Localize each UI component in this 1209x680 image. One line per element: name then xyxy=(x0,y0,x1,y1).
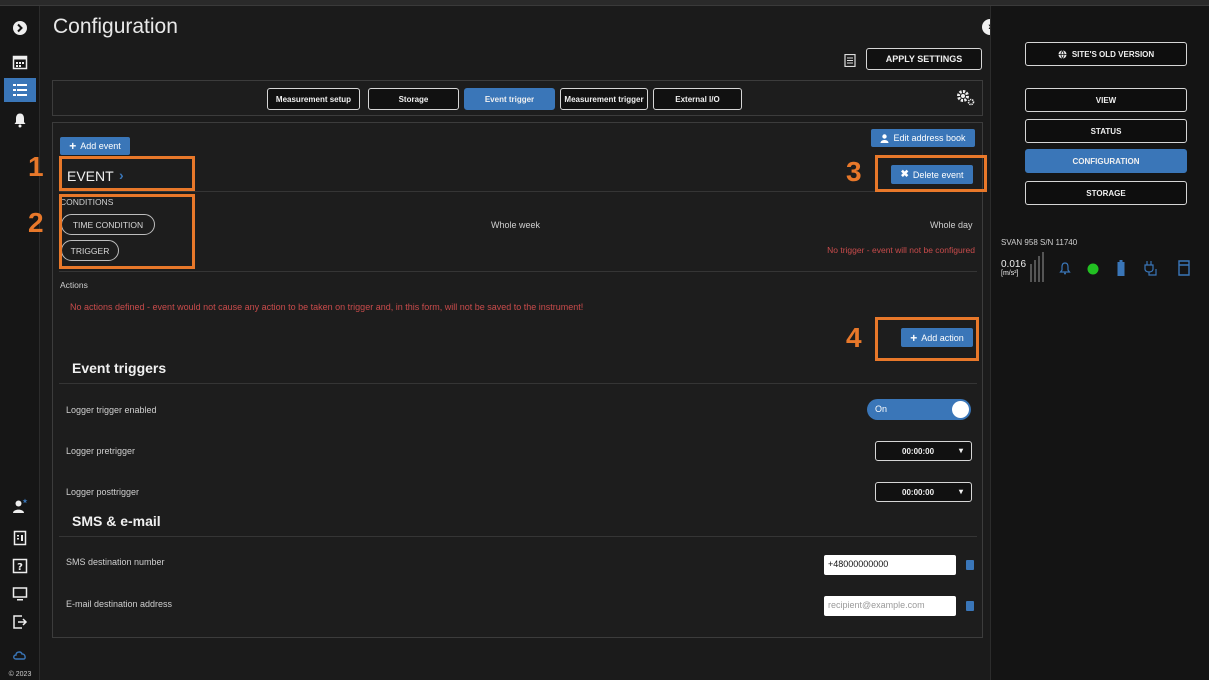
tabs-bar: Measurement setup Storage Event trigger … xyxy=(52,80,983,116)
logger-posttrigger-label: Logger posttrigger xyxy=(66,487,140,497)
left-rail: ? © 2023 xyxy=(0,6,40,680)
divider xyxy=(59,271,977,272)
tab-measurement-trigger[interactable]: Measurement trigger xyxy=(560,88,648,110)
divider xyxy=(59,536,977,537)
toggle-label: On xyxy=(875,404,888,414)
annotation-number-2: 2 xyxy=(28,207,44,238)
bell-icon[interactable] xyxy=(4,108,36,132)
status-dot-icon xyxy=(1087,263,1099,275)
time-day-value: Whole day xyxy=(930,220,973,230)
tab-event-trigger[interactable]: Event trigger xyxy=(464,88,555,110)
meter-value: 0.016 xyxy=(1001,259,1027,270)
report-icon[interactable] xyxy=(4,526,36,550)
annotation-number-3: 3 xyxy=(846,156,862,187)
user-star-icon[interactable] xyxy=(4,494,36,518)
nav-view-button[interactable]: VIEW xyxy=(1025,88,1187,112)
user-icon xyxy=(880,133,889,143)
sms-address-book-icon[interactable] xyxy=(966,560,974,570)
list-icon[interactable] xyxy=(4,78,36,102)
actions-warning: No actions defined - event would not cau… xyxy=(70,302,584,312)
meter-reading: 0.016 [m/s²] xyxy=(1001,259,1027,278)
meter-unit: [m/s²] xyxy=(1001,270,1019,277)
pretrigger-value: 00:00:00 xyxy=(902,447,935,456)
expand-menu-icon[interactable] xyxy=(4,16,36,40)
tab-measurement-setup[interactable]: Measurement setup xyxy=(267,88,360,110)
logger-trigger-toggle[interactable]: On xyxy=(867,399,971,420)
annotation-box-2 xyxy=(59,194,195,269)
edit-address-book-label: Edit address book xyxy=(893,133,966,143)
document-icon[interactable] xyxy=(844,54,856,67)
logout-icon[interactable] xyxy=(4,610,36,634)
alarm-bell-icon xyxy=(1059,262,1071,275)
apply-settings-button[interactable]: APPLY SETTINGS xyxy=(866,48,982,70)
monitor-icon[interactable] xyxy=(4,582,36,606)
add-event-label: Add event xyxy=(80,141,121,151)
caret-down-icon: ▾ xyxy=(958,446,963,455)
annotation-box-3 xyxy=(875,155,987,192)
nav-status-button[interactable]: STATUS xyxy=(1025,119,1187,143)
sms-number-input[interactable]: +48000000000 xyxy=(824,555,956,575)
logger-posttrigger-select[interactable]: 00:00:00 ▾ xyxy=(875,482,972,502)
globe-icon xyxy=(1058,49,1067,59)
device-name: SVAN 958 S/N 11740 xyxy=(1001,238,1078,247)
power-plug-icon xyxy=(1144,261,1157,276)
divider xyxy=(59,191,977,192)
tab-external-io[interactable]: External I/O xyxy=(653,88,742,110)
old-version-button[interactable]: SITE'S OLD VERSION xyxy=(1025,42,1187,66)
annotation-box-4 xyxy=(875,317,979,361)
page-title: Configuration xyxy=(53,15,178,38)
battery-icon xyxy=(1117,260,1125,276)
old-version-label: SITE'S OLD VERSION xyxy=(1071,49,1155,59)
nav-storage-button[interactable]: STORAGE xyxy=(1025,181,1187,205)
annotation-number-1: 1 xyxy=(28,151,44,182)
calendar-icon[interactable] xyxy=(4,50,36,74)
logger-pretrigger-select[interactable]: 00:00:00 ▾ xyxy=(875,441,972,461)
logger-trigger-label: Logger trigger enabled xyxy=(66,405,157,415)
event-triggers-title: Event triggers xyxy=(72,360,167,376)
sms-label: SMS destination number xyxy=(66,557,165,567)
right-panel: SITE'S OLD VERSION VIEW STATUS CONFIGURA… xyxy=(990,6,1209,680)
settings-gear-icon[interactable] xyxy=(955,88,975,106)
level-bars-icon xyxy=(1030,252,1044,282)
add-event-button[interactable]: + Add event xyxy=(60,137,130,155)
plus-icon: + xyxy=(69,139,77,153)
annotation-number-4: 4 xyxy=(846,322,862,353)
annotation-box-1 xyxy=(59,156,195,191)
logger-pretrigger-label: Logger pretrigger xyxy=(66,446,136,456)
email-address-input[interactable]: recipient@example.com xyxy=(824,596,956,616)
posttrigger-value: 00:00:00 xyxy=(902,488,935,497)
copyright-text: © 2023 xyxy=(8,671,32,678)
toggle-knob xyxy=(952,401,969,418)
svg-text:?: ? xyxy=(17,562,23,573)
tab-storage[interactable]: Storage xyxy=(368,88,459,110)
caret-down-icon: ▾ xyxy=(958,487,963,496)
app-root: ? © 2023 Configuration › APPLY SETTINGS … xyxy=(0,0,1209,680)
help-icon[interactable]: ? xyxy=(4,554,36,578)
sms-email-title: SMS & e-mail xyxy=(72,513,161,529)
divider xyxy=(59,383,977,384)
time-week-value: Whole week xyxy=(491,220,541,230)
cloud-icon[interactable] xyxy=(4,642,36,666)
edit-address-book-button[interactable]: Edit address book xyxy=(871,129,975,147)
nav-configuration-button[interactable]: CONFIGURATION xyxy=(1025,149,1187,173)
trigger-warning: No trigger - event will not be configure… xyxy=(827,245,975,255)
actions-label: Actions xyxy=(60,280,88,290)
email-label: E-mail destination address xyxy=(66,599,173,609)
email-address-book-icon[interactable] xyxy=(966,601,974,611)
memory-card-icon xyxy=(1178,260,1190,276)
